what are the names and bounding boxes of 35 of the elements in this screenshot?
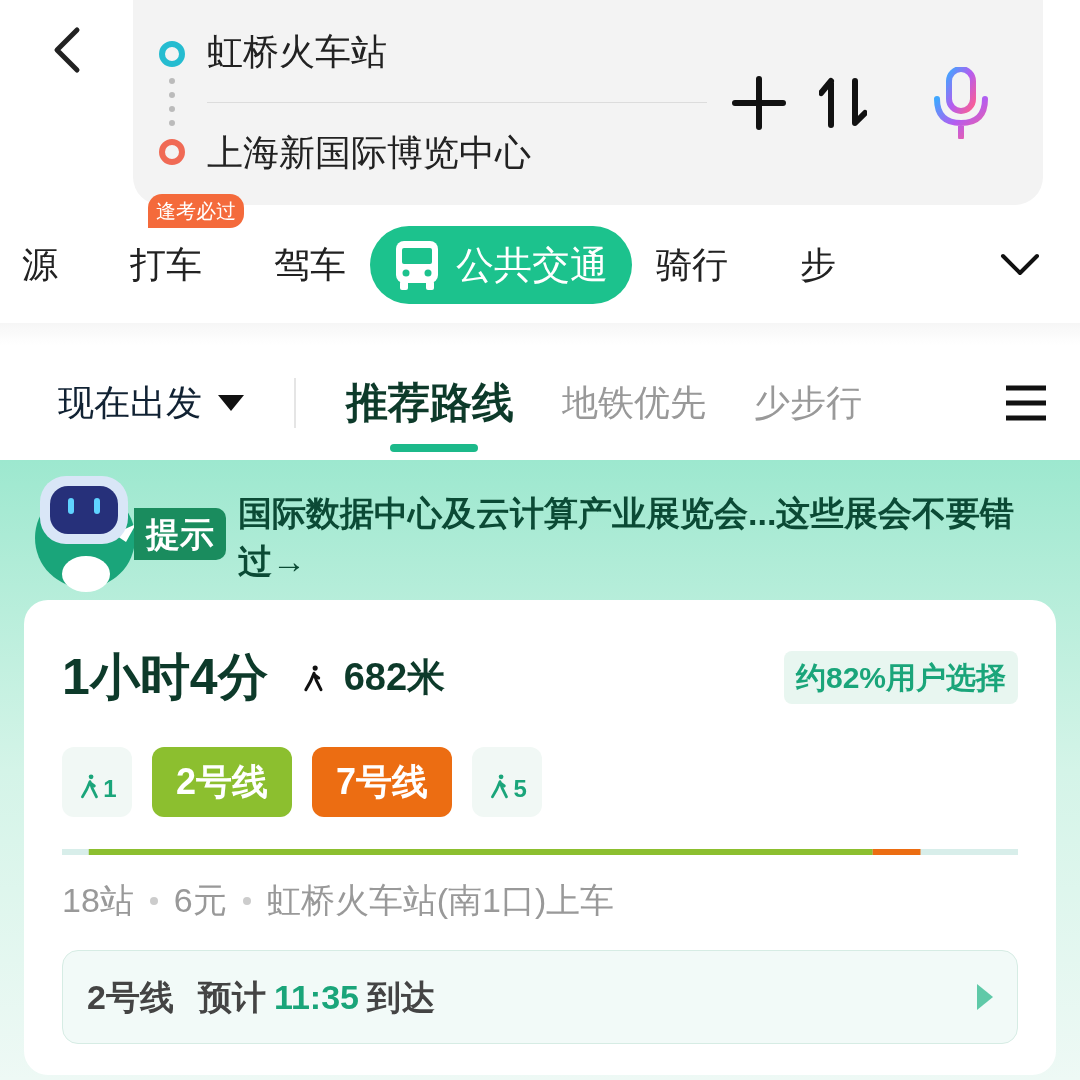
arrival-info-row[interactable]: 2号线 预计 11:35 到达 [62, 950, 1018, 1044]
destination-marker-icon [159, 138, 185, 165]
route-sort-tab[interactable]: 推荐路线 [346, 371, 514, 434]
origin-field[interactable]: 虹桥火车站 [207, 2, 707, 103]
arrival-line: 2号线 [87, 976, 174, 1018]
depart-time-dropdown[interactable]: 现在出发 [58, 375, 244, 430]
route-stat: 虹桥火车站(南1口)上车 [266, 880, 615, 921]
menu-icon[interactable] [1006, 384, 1046, 421]
transport-mode-tab[interactable]: 驾车 [274, 238, 346, 292]
walk-distance: 682米 [343, 655, 446, 700]
trip-duration: 1小时4分 [62, 648, 268, 707]
arrival-suffix: 到达 [367, 976, 435, 1018]
transport-mode-tab[interactable]: 步 [800, 238, 836, 292]
arrival-prefix: 预计 [197, 976, 266, 1018]
transport-mode-tab[interactable]: 源 [22, 238, 58, 292]
add-stop-icon[interactable] [731, 74, 787, 131]
dropdown-caret-icon [218, 394, 244, 411]
transport-mode-tab[interactable]: 骑行 [656, 238, 728, 292]
bus-icon [394, 239, 440, 291]
chevron-down-icon[interactable] [1000, 253, 1040, 277]
subway-line-badge: 7号线 [312, 747, 453, 817]
walk-minutes: 1 [103, 777, 117, 801]
walk-minutes: 5 [513, 777, 527, 801]
subway-line-badge: 2号线 [152, 747, 293, 817]
route-stat: 18站 [62, 880, 134, 921]
play-arrow-icon [977, 984, 993, 1010]
tip-badge: 提示 [134, 508, 226, 560]
transport-mode-tab[interactable]: 打车 [130, 238, 202, 292]
route-stat: 6元 [173, 880, 227, 921]
tip-link[interactable]: 国际数据中心及云计算产业展览会...这些展会不要错过→ [238, 490, 1018, 586]
popularity-tag: 约82%用户选择 [783, 651, 1018, 704]
promo-badge: 逢考必过 [148, 194, 244, 228]
microphone-icon[interactable] [931, 66, 991, 139]
arrival-time: 11:35 [273, 976, 359, 1018]
origin-marker-icon [159, 40, 185, 67]
